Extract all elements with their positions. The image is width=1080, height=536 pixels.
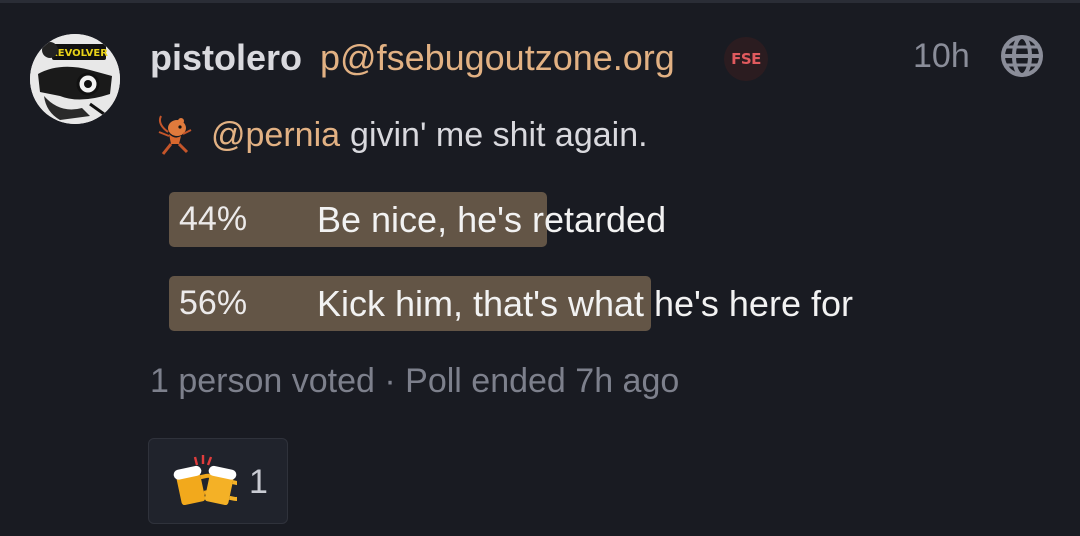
post-content: @pernia givin' me shit again. <box>155 110 648 160</box>
avatar-image: REVOLVER <box>30 34 120 124</box>
display-name[interactable]: pistolero <box>150 37 302 79</box>
avatar-text: REVOLVER <box>50 48 108 59</box>
user-handle[interactable]: p@fsebugoutzone.org <box>320 37 675 79</box>
avatar[interactable]: REVOLVER <box>30 34 120 124</box>
poll-option[interactable]: 56% Kick him, that's what he's here for <box>169 276 929 331</box>
poll-option[interactable]: 44% Be nice, he's retarded <box>169 192 929 247</box>
instance-badge-icon: FSE <box>724 37 768 81</box>
poll-option-percent: 56% <box>179 284 248 322</box>
poll-status: 1 person voted · Poll ended 7h ago <box>150 362 680 400</box>
top-divider <box>0 0 1080 3</box>
mention-link[interactable]: @pernia <box>211 116 340 155</box>
post-timestamp[interactable]: 10h <box>913 37 970 76</box>
beer-mugs-icon <box>173 455 237 506</box>
post-text: givin' me shit again. <box>350 115 648 154</box>
poll-option-label: Be nice, he's retarded <box>317 199 667 240</box>
globe-icon[interactable] <box>1000 34 1044 78</box>
running-rat-emoji-icon <box>158 115 192 155</box>
reaction-count: 1 <box>249 463 268 501</box>
instance-badge-label: FSE <box>731 50 761 68</box>
reaction-button[interactable]: 1 <box>148 438 288 524</box>
poll-option-percent: 44% <box>179 200 248 238</box>
poll-option-label: Kick him, that's what he's here for <box>317 283 853 324</box>
